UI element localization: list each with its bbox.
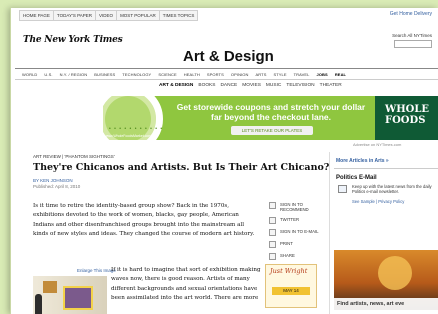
topnav-times-topics[interactable]: TIMES TOPICS: [158, 10, 199, 21]
movie-ad-title: Just Wright: [270, 267, 308, 275]
search-input[interactable]: [394, 40, 432, 48]
top-navigation: HOME PAGE TODAY'S PAPER VIDEO MOST POPUL…: [19, 10, 199, 21]
ad-button[interactable]: LET'S RETAKE OUR PLATES: [231, 126, 313, 135]
politics-email-title: Politics E-Mail: [336, 175, 377, 181]
movie-ad[interactable]: Just Wright MAY 14: [265, 264, 317, 308]
tool-label: PRINT: [280, 241, 293, 247]
home-delivery-link[interactable]: Get Home Delivery: [390, 11, 432, 17]
subnav-books[interactable]: BOOKS: [198, 83, 215, 88]
nav-world[interactable]: WORLD: [22, 72, 37, 77]
browser-page: HOME PAGE TODAY'S PAPER VIDEO MOST POPUL…: [10, 8, 438, 314]
sub-navigation: ART & DESIGN BOOKS DANCE MOVIES MUSIC TE…: [159, 83, 347, 88]
gallery-visitor: [35, 294, 42, 314]
promo-image[interactable]: Find artists, news, art eve: [334, 250, 438, 310]
banner-ad[interactable]: Get storewide coupons and stretch your d…: [103, 96, 438, 140]
promo-image-glow: [378, 256, 412, 290]
email-icon: [269, 229, 276, 237]
topnav-home[interactable]: HOME PAGE: [19, 10, 54, 21]
nav-business[interactable]: BUSINESS: [94, 72, 115, 77]
nav-travel[interactable]: TRAVEL: [294, 72, 310, 77]
movie-ad-date: MAY 14: [272, 287, 310, 295]
subnav-television[interactable]: TELEVISION: [286, 83, 314, 88]
subnav-art-design[interactable]: ART & DESIGN: [159, 83, 193, 88]
tool-label: SIGN IN TO RECOMMEND: [280, 202, 309, 213]
search-label: Search All NYTimes: [392, 33, 432, 38]
advertise-link[interactable]: Advertise on NYTimes.com: [353, 142, 401, 147]
nav-arts[interactable]: ARTS: [255, 72, 266, 77]
article-tools: SIGN IN TO RECOMMEND TWITTER SIGN IN TO …: [269, 202, 329, 265]
ad-url: www.WholeFoodsMarket.com: [105, 134, 152, 138]
nav-technology[interactable]: TECHNOLOGY: [122, 72, 151, 77]
nav-jobs[interactable]: JOBS: [317, 72, 328, 77]
tool-share[interactable]: SHARE: [269, 253, 329, 261]
subnav-dance[interactable]: DANCE: [220, 83, 237, 88]
article-body: If it is hard to imagine that sort of ex…: [111, 267, 261, 302]
main-navigation: WORLD U.S. N.Y. / REGION BUSINESS TECHNO…: [15, 68, 438, 80]
article-kicker: ART REVIEW | 'PHANTOM SIGHTINGS': [33, 154, 115, 159]
article-published-date: Published: April 8, 2010: [33, 184, 81, 189]
nav-sports[interactable]: SPORTS: [207, 72, 224, 77]
tool-label: SIGN IN TO E-MAIL: [280, 229, 319, 235]
nav-real-estate[interactable]: REAL: [335, 72, 346, 77]
nav-style[interactable]: STYLE: [273, 72, 286, 77]
newsletter-icon: [338, 185, 347, 193]
right-column: More Articles in Arts » Politics E-Mail …: [329, 152, 438, 314]
ad-logo-line2: FOODS: [385, 115, 426, 126]
artwork-small: [43, 281, 57, 293]
nav-ny-region[interactable]: N.Y. / REGION: [60, 72, 88, 77]
topnav-most-popular[interactable]: MOST POPULAR: [116, 10, 160, 21]
politics-email-links[interactable]: See Sample | Privacy Policy: [352, 199, 404, 204]
subnav-music[interactable]: MUSIC: [266, 83, 281, 88]
topnav-video[interactable]: VIDEO: [95, 10, 118, 21]
nav-opinion[interactable]: OPINION: [231, 72, 249, 77]
print-icon: [269, 241, 276, 249]
divider: [334, 168, 438, 169]
twitter-icon: [269, 217, 276, 225]
more-articles-link[interactable]: More Articles in Arts »: [336, 158, 389, 164]
nav-us[interactable]: U.S.: [44, 72, 52, 77]
politics-email-description: Keep up with the latest news from the da…: [352, 184, 432, 194]
tool-twitter[interactable]: TWITTER: [269, 217, 329, 225]
tool-recommend[interactable]: SIGN IN TO RECOMMEND: [269, 202, 329, 212]
article-lede: Is it time to retire the identity-based …: [33, 203, 255, 238]
artwork-large: [63, 286, 93, 310]
article-image[interactable]: [33, 276, 107, 314]
tool-print[interactable]: PRINT: [269, 241, 329, 249]
share-icon: [269, 253, 276, 261]
promo-caption: Find artists, news, art eve: [334, 298, 438, 310]
subnav-movies[interactable]: MOVIES: [242, 83, 261, 88]
nyt-logo[interactable]: The New York Times: [23, 35, 123, 45]
tool-label: TWITTER: [280, 217, 300, 223]
nav-health[interactable]: HEALTH: [184, 72, 200, 77]
ad-logo-line1: WHOLE: [385, 104, 430, 115]
ad-text: Get storewide coupons and stretch your d…: [176, 102, 366, 122]
subnav-theater[interactable]: THEATER: [320, 83, 342, 88]
topnav-todays-paper[interactable]: TODAY'S PAPER: [52, 10, 97, 21]
nav-science[interactable]: SCIENCE: [158, 72, 176, 77]
recommend-icon: [269, 202, 276, 209]
article-headline: They're Chicanos and Artists. But Is The…: [33, 162, 330, 173]
tool-email[interactable]: SIGN IN TO E-MAIL: [269, 229, 329, 237]
tool-label: SHARE: [280, 253, 295, 259]
article-byline[interactable]: By KEN JOHNSON: [33, 178, 73, 183]
section-title: Art & Design: [183, 48, 274, 65]
ad-dots-decoration: • • • • • • • • • • •: [109, 126, 164, 132]
whole-foods-logo: WHOLE FOODS: [375, 96, 438, 140]
